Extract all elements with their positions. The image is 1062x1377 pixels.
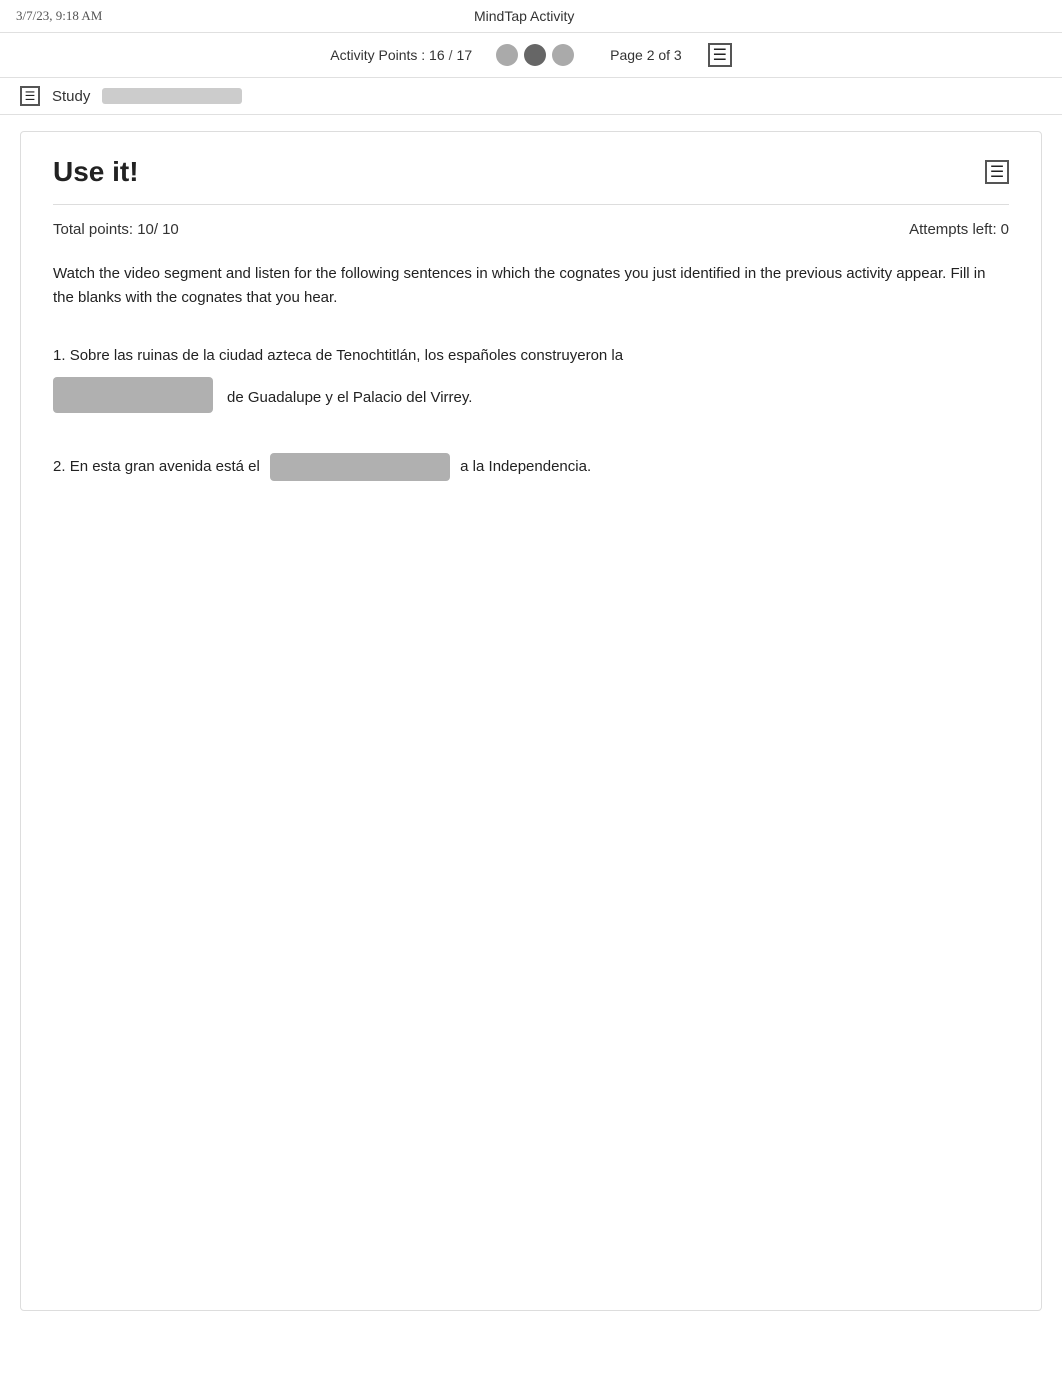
total-points: Total points: 10/ 10 [53,221,179,238]
circle-icon-2 [524,44,546,66]
circle-icon-1 [496,44,518,66]
section-header: Use it! ☰ [53,156,1009,188]
section-corner-icon[interactable]: ☰ [985,160,1009,184]
question-2-text: 2. En esta gran avenida está el a la Ind… [53,453,1009,481]
question-2: 2. En esta gran avenida está el a la Ind… [53,453,1009,481]
attempts-left: Attempts left: 0 [909,221,1009,238]
activity-points: Activity Points : 16 / 17 [330,47,472,63]
header-corner-icon[interactable]: ☰ [708,43,732,67]
question-2-suffix: a la Independencia. [460,458,591,475]
nav-bar: ☰ Study [0,78,1062,115]
question-1-suffix: de Guadalupe y el Palacio del Virrey. [227,389,472,406]
section-title: Use it! [53,156,139,188]
points-row: Total points: 10/ 10 Attempts left: 0 [53,204,1009,238]
question-1-answer-row: de Guadalupe y el Palacio del Virrey. [53,377,1009,413]
question-1: 1. Sobre las ruinas de la ciudad azteca … [53,342,1009,413]
attempts-left-label: Attempts left: [909,221,997,238]
nav-icon[interactable]: ☰ [20,86,40,106]
question-2-number: 2. [53,458,66,475]
total-points-label: Total points: 10/ [53,221,158,238]
top-bar: 3/7/23, 9:18 AM MindTap Activity [0,0,1062,33]
header-row: Activity Points : 16 / 17 Page 2 of 3 ☰ [0,33,1062,78]
question-2-answer-box[interactable] [270,453,450,481]
app-title: MindTap Activity [474,8,574,24]
instructions-text: Watch the video segment and listen for t… [53,262,1009,310]
activity-points-label: Activity Points : 16 [330,47,444,63]
question-1-text: 1. Sobre las ruinas de la ciudad azteca … [53,342,1009,369]
study-label: Study [52,88,90,105]
main-content: Use it! ☰ Total points: 10/ 10 Attempts … [20,131,1042,1311]
total-points-value: 10 [162,221,179,238]
page-info: Page 2 of 3 [610,47,682,63]
icon-circles [496,44,574,66]
question-2-prefix: En esta gran avenida está el [70,458,260,475]
attempts-left-value: 0 [1001,221,1009,238]
datetime: 3/7/23, 9:18 AM [16,8,102,24]
points-total: 17 [457,47,473,63]
circle-icon-3 [552,44,574,66]
question-1-prefix: Sobre las ruinas de la ciudad azteca de … [70,347,623,364]
blurred-nav-text [102,88,242,104]
points-slash: / [449,47,453,63]
question-1-answer-box[interactable] [53,377,213,413]
question-1-number: 1. [53,347,66,364]
